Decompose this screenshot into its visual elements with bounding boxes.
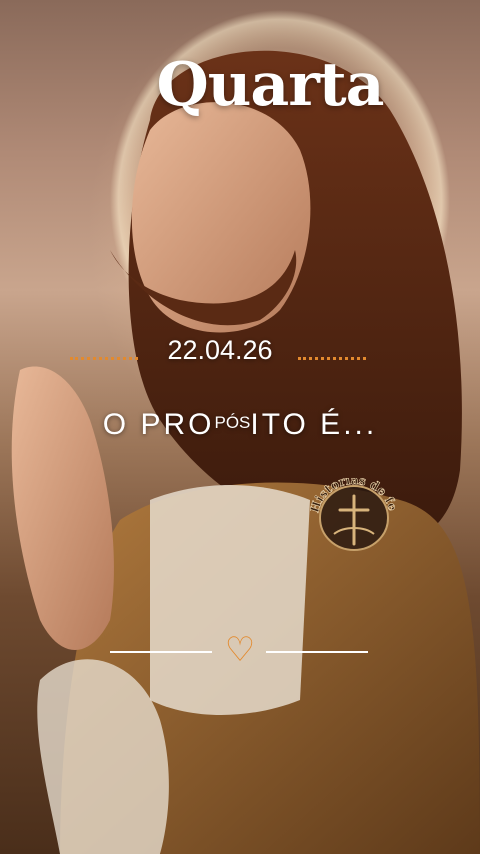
historias-de-fe-logo: Historias de fe [310,478,398,551]
heart-icon: ♡ [224,630,256,670]
message-prefix: O PRO [102,408,215,441]
heart-divider: ♡ [0,630,480,670]
date-text: 22.04.26 [167,335,273,365]
message-small: PÓS [214,413,251,432]
divider-line-right [266,651,368,653]
story-canvas: Quarta 22.04.26 O PROPÓSITO É... Histori… [0,0,480,854]
day-title: Quarta [156,50,385,120]
date-row: 22.04.26 [0,335,480,371]
message-suffix: ITO É... [250,408,378,441]
message-text: O PROPÓSITO É... [0,408,480,442]
divider-line-left [110,651,212,653]
dotted-line-left [70,357,138,360]
dotted-line-right [298,357,366,360]
